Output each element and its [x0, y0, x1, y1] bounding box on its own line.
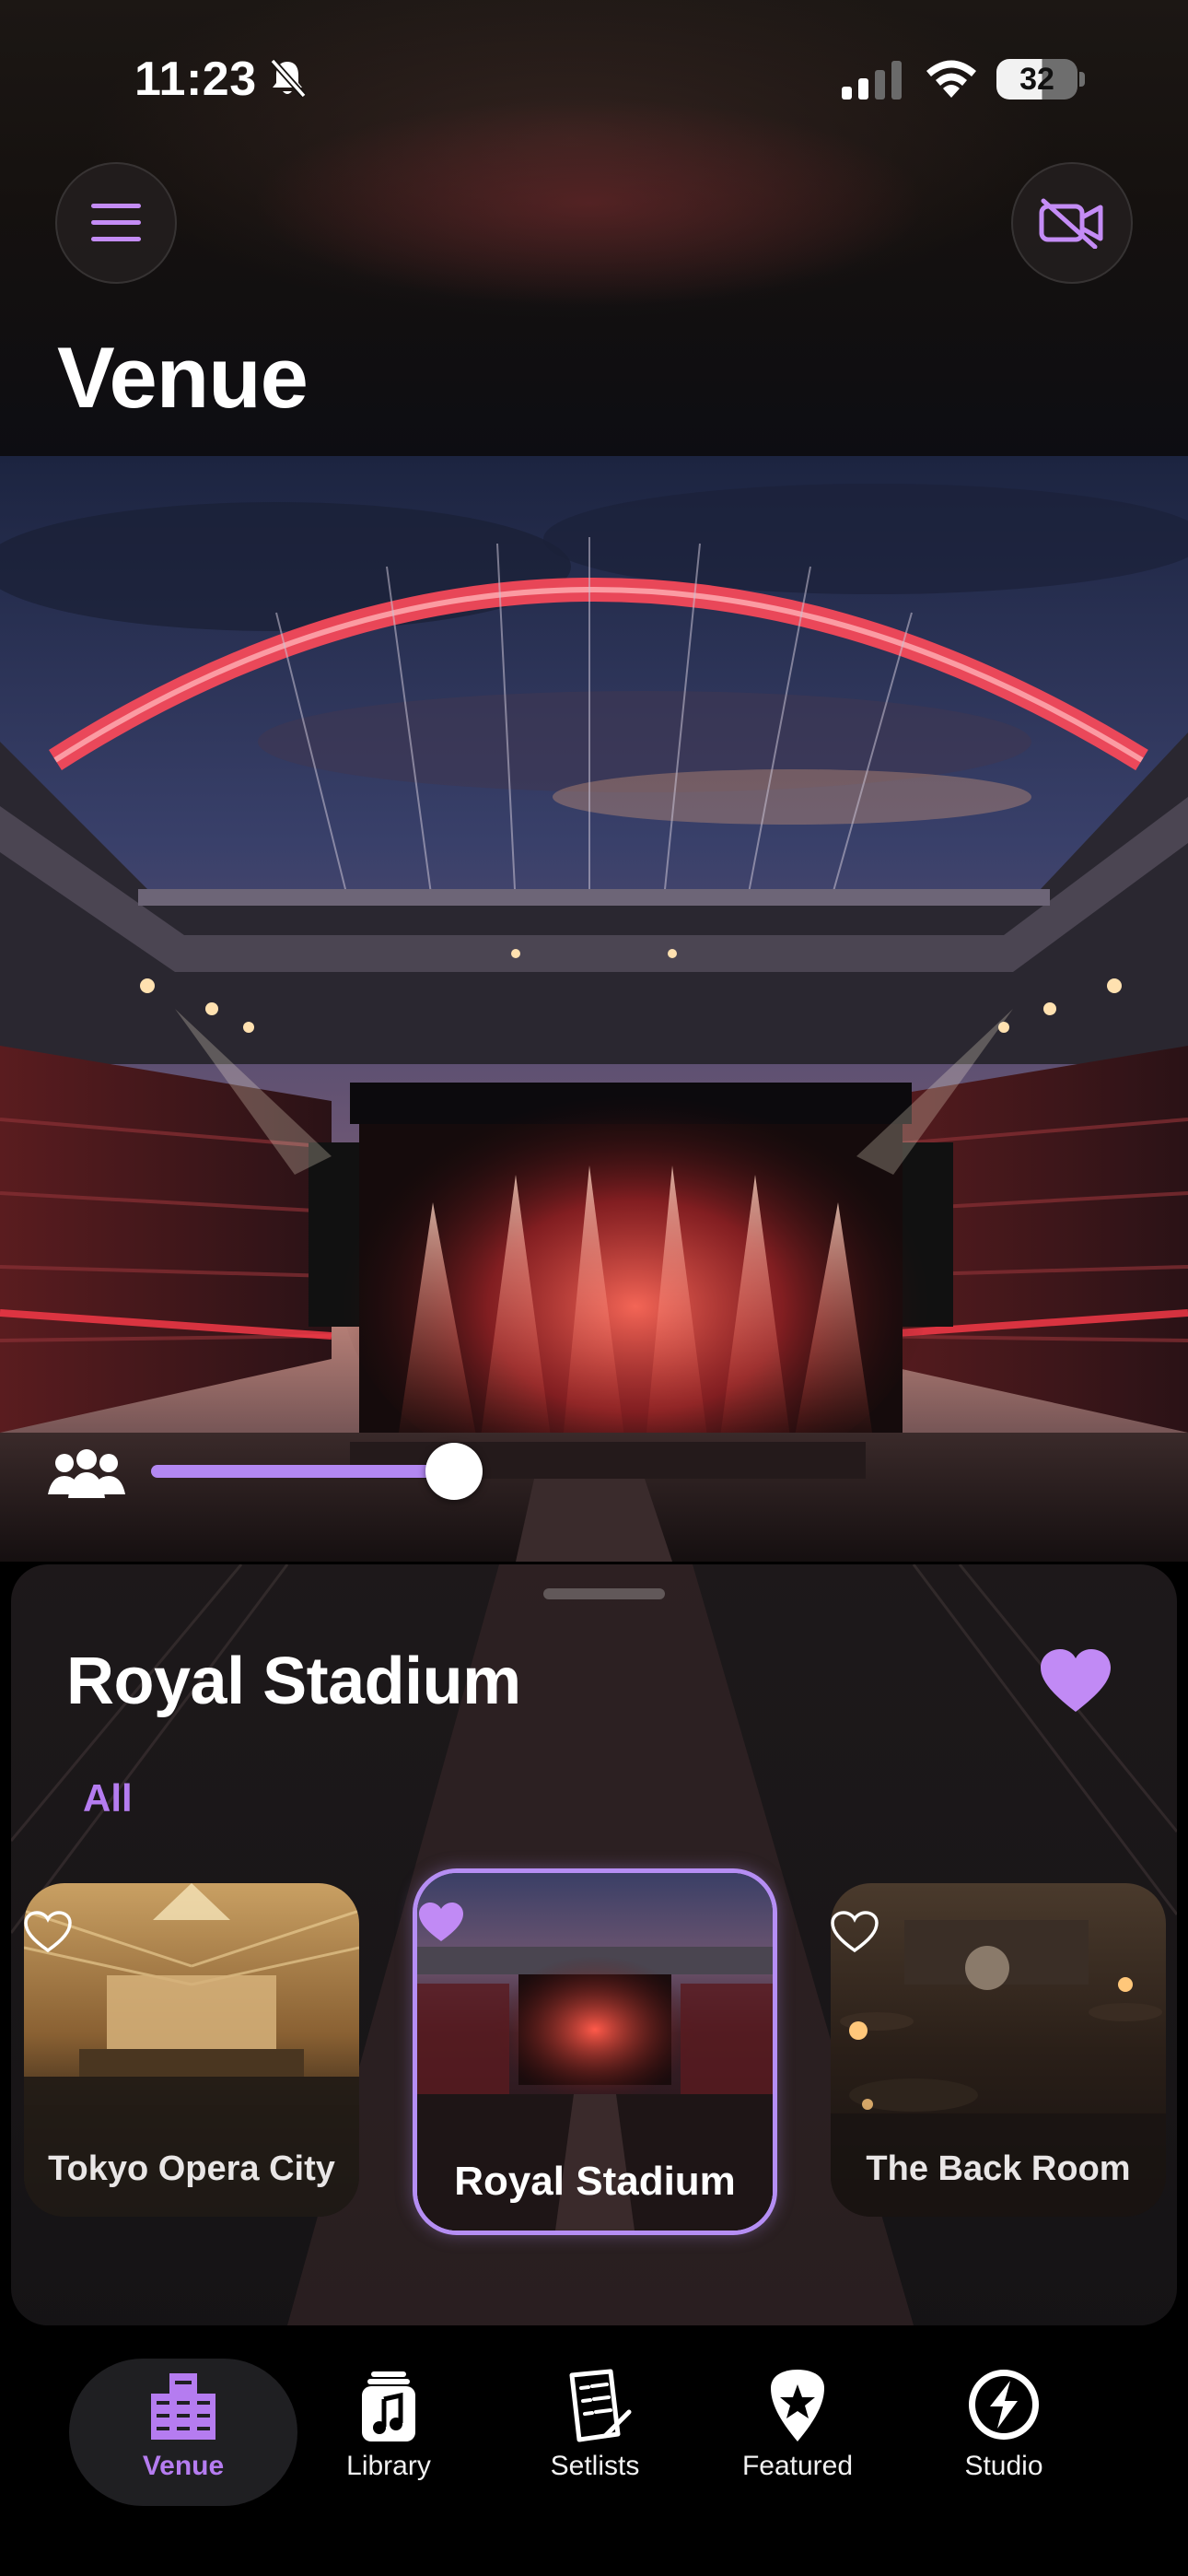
tab-studio[interactable]: Studio	[912, 2359, 1096, 2506]
slider-thumb[interactable]	[425, 1443, 483, 1500]
tab-label: Venue	[142, 2451, 225, 2481]
camera-off-button[interactable]	[1011, 162, 1133, 284]
header: 11:23 32 Venue	[0, 0, 1188, 456]
video-camera-off-icon	[1039, 198, 1103, 249]
heart-outline-icon[interactable]	[831, 1911, 879, 1953]
cellular-signal-icon	[842, 61, 902, 100]
status-time: 11:23	[134, 53, 257, 106]
tab-bar: Venue Library Setlists Featured Studio	[0, 2325, 1188, 2576]
filter-all[interactable]: All	[83, 1776, 133, 1821]
tab-label: Library	[346, 2451, 431, 2481]
tab-label: Studio	[964, 2451, 1043, 2481]
venue-card-tokyo-opera-city[interactable]: Tokyo Opera City	[24, 1883, 359, 2217]
sheet-grabber[interactable]	[543, 1588, 665, 1599]
wifi-icon	[926, 60, 976, 98]
menu-button[interactable]	[55, 162, 177, 284]
battery-icon: 32	[996, 59, 1085, 100]
venue-picker-sheet: Royal Stadium All Tokyo Opera City Royal…	[11, 1564, 1177, 2325]
guitar-pick-star-icon	[771, 2370, 824, 2441]
occupancy-slider[interactable]	[151, 1443, 483, 1500]
tab-library[interactable]: Library	[297, 2359, 481, 2506]
slider-track[interactable]	[151, 1465, 454, 1478]
venue-card-royal-stadium[interactable]: Royal Stadium	[413, 1868, 777, 2235]
venue-card-label: Royal Stadium	[454, 2159, 736, 2204]
tab-venue[interactable]: Venue	[69, 2359, 297, 2506]
audience-icon	[48, 1449, 125, 1498]
venue-card-the-back-room[interactable]: The Back Room	[831, 1883, 1166, 2217]
tab-label: Setlists	[550, 2451, 640, 2481]
music-library-icon	[362, 2371, 415, 2441]
tab-label: Featured	[741, 2451, 854, 2481]
selected-venue-name: Royal Stadium	[66, 1645, 521, 1718]
venue-building-icon	[151, 2373, 215, 2440]
tab-featured[interactable]: Featured	[705, 2359, 890, 2506]
status-bar: 11:23 32	[0, 0, 1188, 157]
setlist-icon	[569, 2369, 632, 2442]
venue-hero-image	[0, 456, 1188, 1562]
venue-card-label: Tokyo Opera City	[48, 2149, 335, 2188]
bell-muted-icon	[270, 58, 307, 99]
page-title: Venue	[57, 329, 309, 426]
heart-outline-icon[interactable]	[24, 1911, 72, 1953]
venue-card-label: The Back Room	[866, 2149, 1131, 2188]
favorite-heart-icon[interactable]	[1039, 1647, 1112, 1714]
tab-setlists[interactable]: Setlists	[503, 2359, 687, 2506]
studio-icon	[969, 2370, 1039, 2440]
heart-filled-icon[interactable]	[417, 1901, 465, 1943]
battery-level: 32	[1019, 62, 1054, 97]
hamburger-menu-icon	[91, 204, 141, 241]
